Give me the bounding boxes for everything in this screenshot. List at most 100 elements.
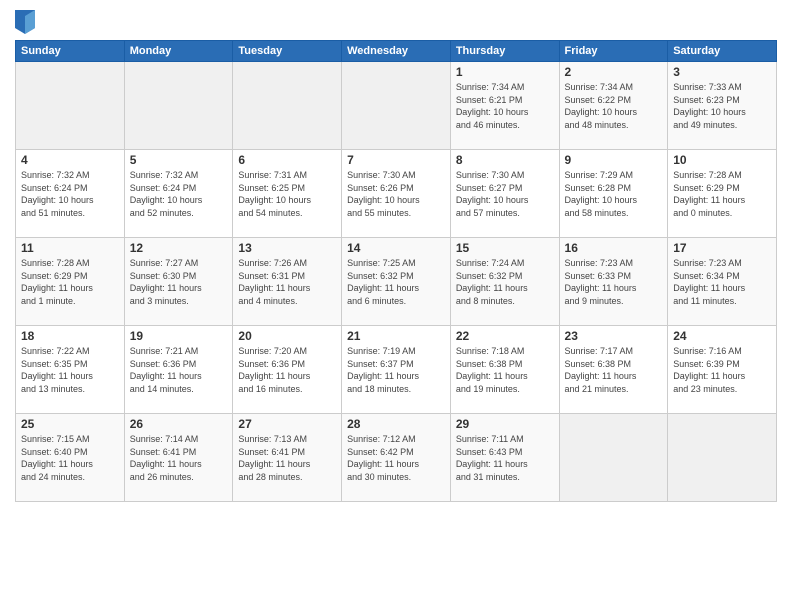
cell-info-text: Sunrise: 7:11 AMSunset: 6:43 PMDaylight:… — [456, 433, 554, 483]
cell-info-text: Sunrise: 7:22 AMSunset: 6:35 PMDaylight:… — [21, 345, 119, 395]
page: SundayMondayTuesdayWednesdayThursdayFrid… — [0, 0, 792, 612]
calendar-cell — [668, 414, 777, 502]
calendar-cell: 18 Sunrise: 7:22 AMSunset: 6:35 PMDayligh… — [16, 326, 125, 414]
calendar-cell: 20Sunrise: 7:20 AMSunset: 6:36 PMDayligh… — [233, 326, 342, 414]
calendar-cell — [559, 414, 668, 502]
calendar-cell: 13Sunrise: 7:26 AMSunset: 6:31 PMDayligh… — [233, 238, 342, 326]
cell-info-text: Sunrise: 7:17 AMSunset: 6:38 PMDaylight:… — [565, 345, 663, 395]
calendar-cell: 8Sunrise: 7:30 AMSunset: 6:27 PMDaylight… — [450, 150, 559, 238]
cell-date-number: 28 — [347, 417, 445, 431]
calendar-cell: 21 Sunrise: 7:19 AMSunset: 6:37 PMDayligh… — [342, 326, 451, 414]
cell-date-number: 16 — [565, 241, 663, 255]
calendar-cell: 19 Sunrise: 7:21 AMSunset: 6:36 PMDayligh… — [124, 326, 233, 414]
calendar-body: 1 Sunrise: 7:34 AMSunset: 6:21 PMDaylight… — [16, 62, 777, 502]
cell-date-number: 10 — [673, 153, 771, 167]
day-header-monday: Monday — [124, 41, 233, 62]
cell-info-text: Sunrise: 7:18 AMSunset: 6:38 PMDaylight:… — [456, 345, 554, 395]
calendar-cell: 22 Sunrise: 7:18 AMSunset: 6:38 PMDayligh… — [450, 326, 559, 414]
cell-date-number: 15 — [456, 241, 554, 255]
week-row-1: 1 Sunrise: 7:34 AMSunset: 6:21 PMDaylight… — [16, 62, 777, 150]
cell-info-text: Sunrise: 7:15 AMSunset: 6:40 PMDaylight:… — [21, 433, 119, 483]
header — [15, 10, 777, 34]
calendar-cell: 5 Sunrise: 7:32 AMSunset: 6:24 PMDaylight… — [124, 150, 233, 238]
cell-date-number: 1 — [456, 65, 554, 79]
cell-date-number: 23 — [565, 329, 663, 343]
day-header-wednesday: Wednesday — [342, 41, 451, 62]
week-row-2: 4 Sunrise: 7:32 AMSunset: 6:24 PMDaylight… — [16, 150, 777, 238]
cell-info-text: Sunrise: 7:23 AMSunset: 6:33 PMDaylight:… — [565, 257, 663, 307]
cell-info-text: Sunrise: 7:23 AMSunset: 6:34 PMDaylight:… — [673, 257, 771, 307]
cell-info-text: Sunrise: 7:16 AMSunset: 6:39 PMDaylight:… — [673, 345, 771, 395]
calendar-cell: 4 Sunrise: 7:32 AMSunset: 6:24 PMDaylight… — [16, 150, 125, 238]
cell-date-number: 24 — [673, 329, 771, 343]
cell-info-text: Sunrise: 7:21 AMSunset: 6:36 PMDaylight:… — [130, 345, 228, 395]
cell-info-text: Sunrise: 7:27 AMSunset: 6:30 PMDaylight:… — [130, 257, 228, 307]
calendar-cell: 11Sunrise: 7:28 AMSunset: 6:29 PMDayligh… — [16, 238, 125, 326]
cell-info-text: Sunrise: 7:24 AMSunset: 6:32 PMDaylight:… — [456, 257, 554, 307]
cell-info-text: Sunrise: 7:34 AMSunset: 6:22 PMDaylight:… — [565, 81, 663, 131]
calendar-cell: 9 Sunrise: 7:29 AMSunset: 6:28 PMDaylight… — [559, 150, 668, 238]
cell-date-number: 9 — [565, 153, 663, 167]
day-header-friday: Friday — [559, 41, 668, 62]
cell-info-text: Sunrise: 7:34 AMSunset: 6:21 PMDaylight:… — [456, 81, 554, 131]
cell-info-text: Sunrise: 7:32 AMSunset: 6:24 PMDaylight:… — [130, 169, 228, 219]
cell-date-number: 18 — [21, 329, 119, 343]
calendar-cell: 27 Sunrise: 7:13 AMSunset: 6:41 PMDayligh… — [233, 414, 342, 502]
cell-info-text: Sunrise: 7:29 AMSunset: 6:28 PMDaylight:… — [565, 169, 663, 219]
cell-date-number: 3 — [673, 65, 771, 79]
calendar-header: SundayMondayTuesdayWednesdayThursdayFrid… — [16, 41, 777, 62]
cell-date-number: 21 — [347, 329, 445, 343]
calendar-cell: 26Sunrise: 7:14 AMSunset: 6:41 PMDayligh… — [124, 414, 233, 502]
cell-date-number: 12 — [130, 241, 228, 255]
cell-info-text: Sunrise: 7:25 AMSunset: 6:32 PMDaylight:… — [347, 257, 445, 307]
calendar-cell — [233, 62, 342, 150]
day-header-thursday: Thursday — [450, 41, 559, 62]
calendar-cell: 16 Sunrise: 7:23 AMSunset: 6:33 PMDayligh… — [559, 238, 668, 326]
cell-date-number: 17 — [673, 241, 771, 255]
calendar-cell: 3 Sunrise: 7:33 AMSunset: 6:23 PMDaylight… — [668, 62, 777, 150]
cell-info-text: Sunrise: 7:30 AMSunset: 6:27 PMDaylight:… — [456, 169, 554, 219]
logo-icon — [15, 10, 35, 34]
cell-date-number: 25 — [21, 417, 119, 431]
cell-date-number: 29 — [456, 417, 554, 431]
cell-info-text: Sunrise: 7:33 AMSunset: 6:23 PMDaylight:… — [673, 81, 771, 131]
cell-date-number: 27 — [238, 417, 336, 431]
calendar-cell — [342, 62, 451, 150]
calendar-cell: 15 Sunrise: 7:24 AMSunset: 6:32 PMDayligh… — [450, 238, 559, 326]
logo — [15, 10, 39, 34]
cell-info-text: Sunrise: 7:32 AMSunset: 6:24 PMDaylight:… — [21, 169, 119, 219]
calendar-cell: 2 Sunrise: 7:34 AMSunset: 6:22 PMDaylight… — [559, 62, 668, 150]
calendar-cell: 24 Sunrise: 7:16 AMSunset: 6:39 PMDayligh… — [668, 326, 777, 414]
cell-date-number: 20 — [238, 329, 336, 343]
week-row-3: 11Sunrise: 7:28 AMSunset: 6:29 PMDayligh… — [16, 238, 777, 326]
day-header-tuesday: Tuesday — [233, 41, 342, 62]
calendar-cell: 25 Sunrise: 7:15 AMSunset: 6:40 PMDayligh… — [16, 414, 125, 502]
calendar: SundayMondayTuesdayWednesdayThursdayFrid… — [15, 40, 777, 502]
header-row: SundayMondayTuesdayWednesdayThursdayFrid… — [16, 41, 777, 62]
cell-date-number: 26 — [130, 417, 228, 431]
cell-date-number: 19 — [130, 329, 228, 343]
cell-date-number: 5 — [130, 153, 228, 167]
cell-date-number: 13 — [238, 241, 336, 255]
cell-info-text: Sunrise: 7:31 AMSunset: 6:25 PMDaylight:… — [238, 169, 336, 219]
cell-date-number: 11 — [21, 241, 119, 255]
calendar-cell: 29 Sunrise: 7:11 AMSunset: 6:43 PMDayligh… — [450, 414, 559, 502]
cell-info-text: Sunrise: 7:19 AMSunset: 6:37 PMDaylight:… — [347, 345, 445, 395]
cell-info-text: Sunrise: 7:12 AMSunset: 6:42 PMDaylight:… — [347, 433, 445, 483]
day-header-sunday: Sunday — [16, 41, 125, 62]
cell-date-number: 14 — [347, 241, 445, 255]
calendar-cell: 12 Sunrise: 7:27 AMSunset: 6:30 PMDayligh… — [124, 238, 233, 326]
day-header-saturday: Saturday — [668, 41, 777, 62]
cell-info-text: Sunrise: 7:13 AMSunset: 6:41 PMDaylight:… — [238, 433, 336, 483]
cell-date-number: 4 — [21, 153, 119, 167]
cell-info-text: Sunrise: 7:30 AMSunset: 6:26 PMDaylight:… — [347, 169, 445, 219]
cell-date-number: 2 — [565, 65, 663, 79]
calendar-cell: 7 Sunrise: 7:30 AMSunset: 6:26 PMDaylight… — [342, 150, 451, 238]
calendar-cell: 10 Sunrise: 7:28 AMSunset: 6:29 PMDayligh… — [668, 150, 777, 238]
cell-date-number: 22 — [456, 329, 554, 343]
week-row-5: 25 Sunrise: 7:15 AMSunset: 6:40 PMDayligh… — [16, 414, 777, 502]
calendar-cell: 23 Sunrise: 7:17 AMSunset: 6:38 PMDayligh… — [559, 326, 668, 414]
cell-info-text: Sunrise: 7:28 AMSunset: 6:29 PMDaylight:… — [673, 169, 771, 219]
cell-date-number: 7 — [347, 153, 445, 167]
calendar-cell — [124, 62, 233, 150]
